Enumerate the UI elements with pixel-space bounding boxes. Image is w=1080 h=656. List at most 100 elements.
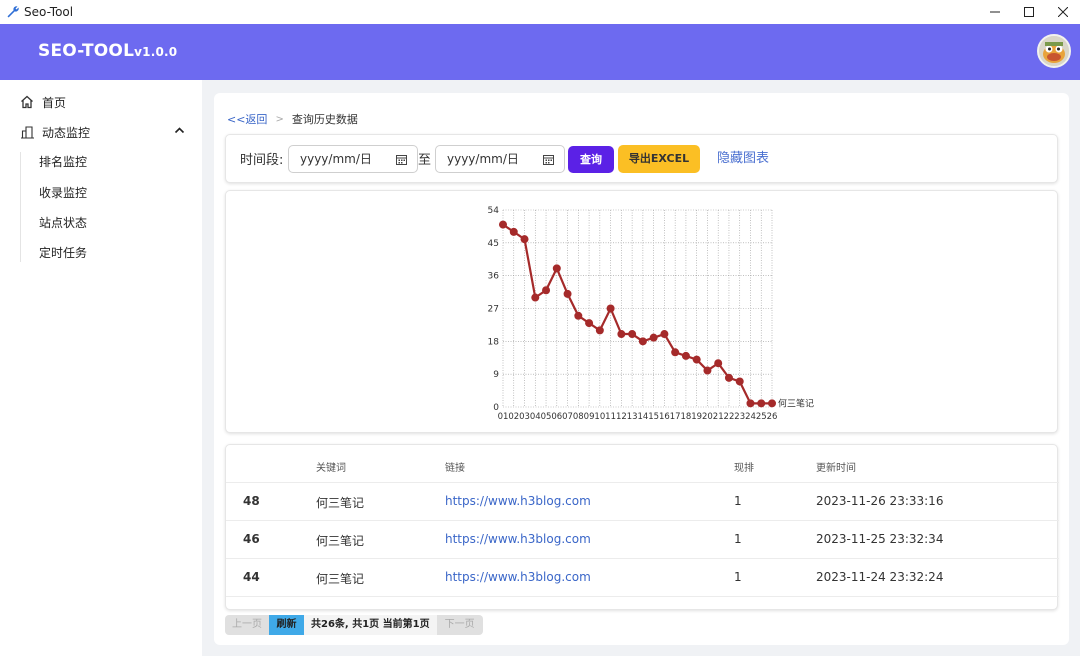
row-update-time: 2023-11-24 23:32:24 (816, 570, 944, 584)
row-keyword: 何三笔记 (316, 534, 365, 548)
sidebar-item-label: 首页 (42, 95, 67, 110)
close-icon (1058, 7, 1068, 17)
row-link[interactable]: https://www.h3blog.com (445, 494, 591, 508)
submenu-divider (20, 152, 21, 262)
brand-title: SEO-TOOLv1.0.0 (38, 41, 177, 61)
sidebar: 首页 动态监控 排名监控 收录监控 站点状态 定时任务 (0, 80, 202, 656)
end-date-input[interactable]: yyyy/mm/日 (435, 145, 565, 173)
data-point (692, 355, 701, 364)
x-tick-label: 06 (551, 412, 562, 422)
x-tick-label: 02 (508, 412, 519, 422)
sidebar-item-rank-monitor[interactable]: 排名监控 (39, 151, 87, 173)
next-page-button[interactable]: 下一页 (436, 615, 483, 635)
x-tick-label: 14 (637, 412, 648, 422)
series-end-label: 何三笔记 (778, 397, 814, 409)
x-tick-label: 13 (627, 412, 638, 422)
row-link[interactable]: https://www.h3blog.com (445, 532, 591, 546)
prev-page-button[interactable]: 上一页 (225, 615, 269, 635)
window-title: Seo-Tool (24, 5, 74, 19)
row-number: 46 (243, 532, 260, 546)
end-date-placeholder: yyyy/mm/日 (447, 152, 519, 166)
sidebar-item-site-status[interactable]: 站点状态 (39, 212, 87, 234)
data-point (649, 333, 658, 342)
table-row: 46 何三笔记 https://www.h3blog.com 1 2023-11… (226, 520, 1059, 558)
data-point (563, 289, 572, 298)
x-tick-label: 26 (767, 412, 778, 422)
data-point (531, 293, 540, 302)
row-number: 48 (243, 494, 260, 508)
table-bottom-border (226, 596, 1059, 597)
hide-chart-link[interactable]: 隐藏图表 (717, 147, 769, 166)
refresh-button[interactable]: 刷新 (269, 615, 304, 635)
x-tick-label: 07 (562, 412, 573, 422)
calendar-icon[interactable] (396, 154, 407, 165)
chevron-up-icon[interactable] (174, 125, 185, 136)
x-tick-label: 15 (648, 412, 659, 422)
minimize-button[interactable] (978, 0, 1012, 24)
breadcrumb-current: 查询历史数据 (291, 113, 358, 126)
data-point (509, 227, 518, 236)
data-point (585, 319, 594, 328)
history-table: 关键词 链接 现排 更新时间 48 何三笔记 https://www.h3blo… (225, 444, 1059, 610)
y-tick-label: 36 (488, 272, 500, 282)
data-point (714, 359, 723, 368)
column-header-link: 链接 (445, 463, 465, 474)
main-panel: <<返回 > 查询历史数据 时间段: yyyy/mm/日 至 yyyy/mm/日… (214, 93, 1069, 645)
row-link[interactable]: https://www.h3blog.com (445, 570, 591, 584)
x-tick-label: 18 (681, 412, 692, 422)
sidebar-item-home[interactable]: 首页 (0, 87, 202, 117)
rank-history-chart: 09182736455401 02 03 04 05 06 07 08 09 10 11 12 13 14… (488, 206, 814, 422)
x-tick-label: 05 (541, 412, 552, 422)
export-excel-button[interactable]: 导出EXCEL (618, 145, 700, 173)
app-header: SEO-TOOLv1.0.0 (0, 24, 1080, 80)
x-tick-label: 20 (702, 412, 713, 422)
row-rank: 1 (734, 570, 742, 584)
x-tick-label: 24 (745, 412, 756, 422)
data-point (724, 373, 733, 382)
data-point (574, 311, 583, 320)
x-tick-label: 04 (530, 412, 541, 422)
x-tick-label: 11 (605, 412, 616, 422)
sidebar-item-monitor[interactable]: 动态监控 (0, 117, 202, 147)
data-point (628, 330, 637, 339)
column-header-keyword: 关键词 (316, 463, 346, 474)
sidebar-item-label: 动态监控 (42, 125, 91, 140)
row-rank: 1 (734, 532, 742, 546)
time-range-label: 时间段: (240, 153, 284, 168)
breadcrumb: <<返回 > 查询历史数据 (227, 111, 358, 127)
home-icon (19, 94, 35, 110)
data-point (638, 337, 647, 346)
data-point (735, 377, 744, 386)
sidebar-item-scheduled-tasks[interactable]: 定时任务 (39, 242, 87, 264)
y-tick-label: 27 (488, 305, 499, 315)
wrench-icon (6, 5, 20, 19)
row-keyword: 何三笔记 (316, 572, 365, 586)
maximize-icon (1024, 7, 1034, 17)
back-link[interactable]: <<返回 (227, 111, 267, 127)
avatar[interactable] (1037, 34, 1071, 68)
window-titlebar: Seo-Tool (0, 0, 1080, 24)
calendar-icon[interactable] (543, 154, 554, 165)
x-tick-label: 21 (713, 412, 724, 422)
close-button[interactable] (1046, 0, 1080, 24)
row-rank: 1 (734, 494, 742, 508)
building-icon (19, 124, 35, 140)
start-date-input[interactable]: yyyy/mm/日 (288, 145, 418, 173)
x-tick-label: 03 (519, 412, 530, 422)
pagination: 上一页 刷新 共26条, 共1页 当前第1页 下一页 (225, 615, 483, 635)
data-point (660, 330, 669, 339)
data-point (552, 264, 561, 273)
sidebar-item-index-monitor[interactable]: 收录监控 (39, 182, 87, 204)
x-tick-label: 25 (756, 412, 767, 422)
row-keyword: 何三笔记 (316, 496, 365, 510)
maximize-button[interactable] (1012, 0, 1046, 24)
table-row: 48 何三笔记 https://www.h3blog.com 1 2023-11… (226, 482, 1059, 520)
x-tick-label: 01 (498, 412, 509, 422)
row-number: 44 (243, 570, 260, 584)
pagination-info: 共26条, 共1页 当前第1页 (304, 615, 437, 635)
x-tick-label: 17 (670, 412, 681, 422)
data-point (746, 399, 755, 408)
query-button[interactable]: 查询 (568, 146, 614, 173)
data-point (595, 326, 604, 335)
filter-bar: 时间段: yyyy/mm/日 至 yyyy/mm/日 查询 导出EXCEL 隐藏… (225, 134, 1058, 183)
